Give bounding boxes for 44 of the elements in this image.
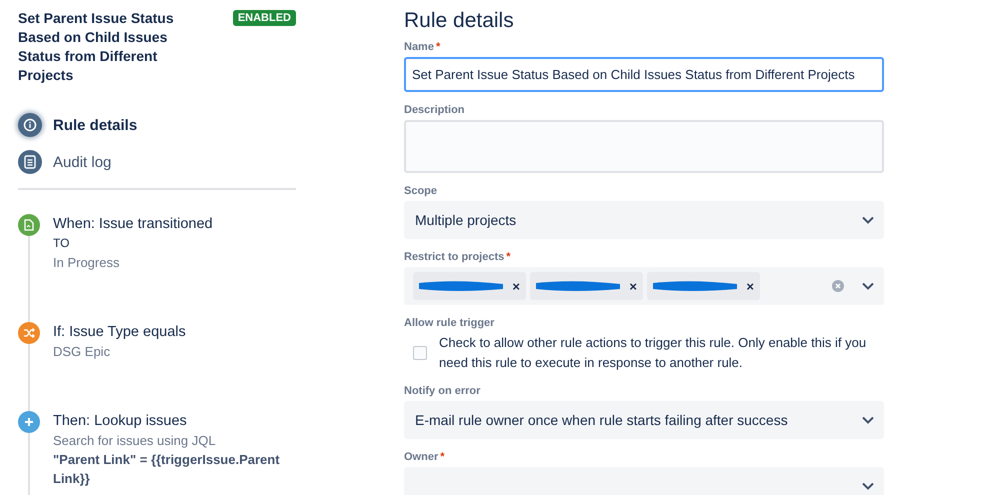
remove-button[interactable]: × [512,278,520,294]
step-title[interactable]: If: Issue Type equals [53,324,293,340]
step-detail: "Parent Link" = {{triggerIssue.Parent Link}} [53,451,281,488]
shuffle-icon [23,328,35,338]
field-label: Allow rule trigger [404,317,494,329]
checkbox-text: Check to allow other rule actions to trigger this rule. Only enable this if you need this rule to execute in response to another rule. [439,334,868,372]
field-label: Owner [404,451,438,463]
projects-field[interactable]: × × × [404,267,884,305]
field-label: Name [404,41,434,53]
info-icon [23,118,37,132]
rule-title: Set Parent Issue Status Based on Child Issues Status from Different Projects [18,9,175,85]
description-field[interactable] [404,120,884,173]
list-icon [24,155,36,169]
remove-button[interactable]: × [629,278,637,294]
step-detail: TO [53,235,70,252]
required-mark: * [440,451,445,463]
step-title[interactable]: When: Issue transitioned [53,216,293,232]
checkbox[interactable] [413,346,427,360]
nav-item[interactable]: Rule details [18,113,296,137]
chevron-down-icon [862,282,874,290]
step-title[interactable]: Then: Lookup issues [53,413,293,429]
name-field[interactable]: Set Parent Issue Status Based on Child Issues Status from Different Projects [404,57,884,92]
status-badge: ENABLED [232,10,296,26]
field-label: Description [404,104,465,116]
chevron-down-icon [862,216,874,224]
field-label: Restrict to projects [404,251,504,263]
step-detail: DSG Epic [53,343,112,361]
chevron-down-icon [862,482,874,490]
document-icon [24,219,34,231]
required-mark: * [436,41,440,53]
clear-icon[interactable] [832,280,844,292]
select-field[interactable]: Multiple projects [404,201,884,239]
field-label: Notify on error [404,385,480,397]
plus-icon [24,417,34,427]
page-heading: Rule details [404,9,515,33]
step-detail: In Progress [53,254,120,272]
field-label: Scope [404,185,438,197]
select-field[interactable] [404,467,884,495]
select-field[interactable]: E-mail rule owner once when rule starts failing after success [404,401,884,439]
required-mark: * [506,251,511,263]
step-detail: Search for issues using JQL [53,432,217,450]
remove-button[interactable]: × [746,278,754,294]
chevron-down-icon [862,416,874,424]
nav-item[interactable]: Audit log [18,150,296,174]
